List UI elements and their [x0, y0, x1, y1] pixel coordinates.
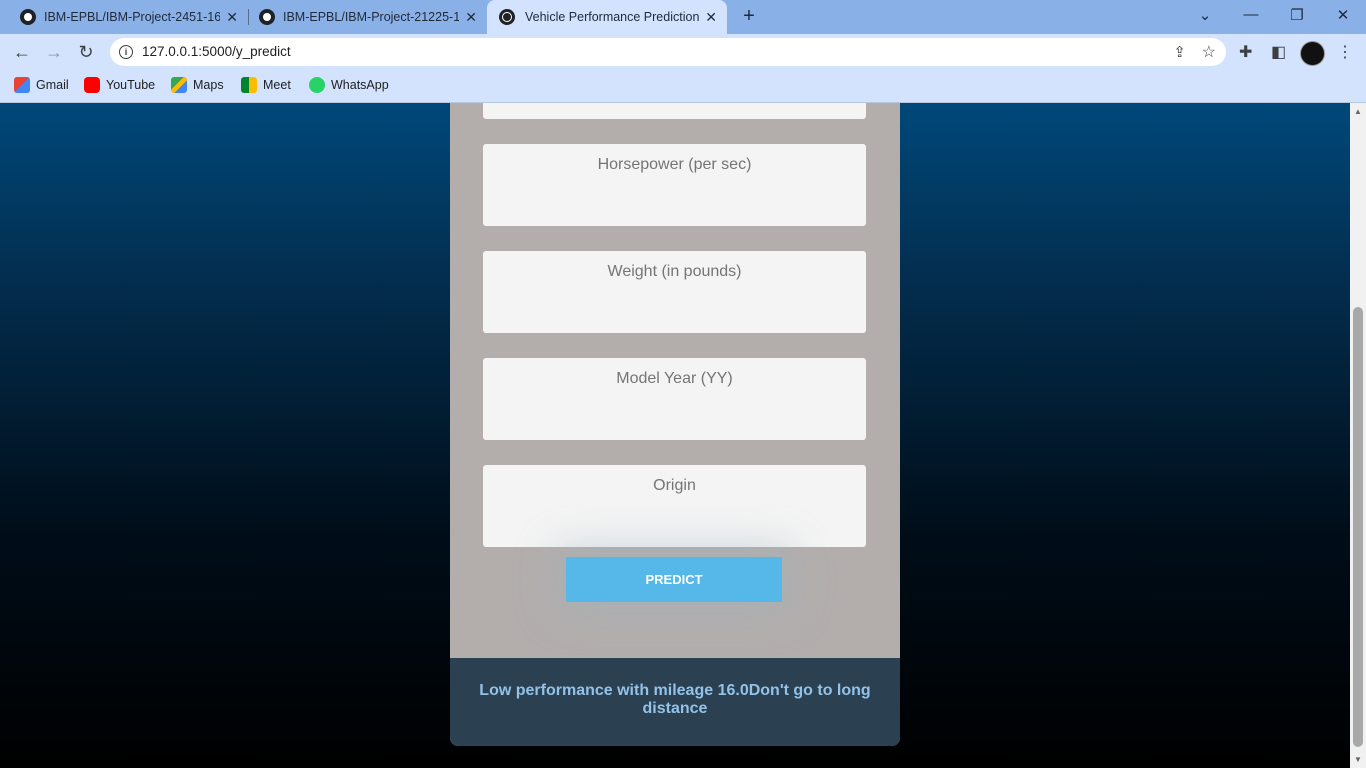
origin-input[interactable]: Origin: [483, 465, 866, 547]
page-scrollbar[interactable]: ▲ ▼: [1350, 103, 1366, 768]
side-panel-icon[interactable]: ◧: [1271, 42, 1286, 62]
new-tab-button[interactable]: +: [738, 5, 760, 27]
tab-github-1[interactable]: IBM-EPBL/IBM-Project-2451-165 ✕: [8, 0, 248, 34]
bookmark-whatsapp[interactable]: WhatsApp: [309, 77, 389, 93]
bookmarks-bar: Gmail YouTube Maps Meet WhatsApp: [0, 70, 1366, 103]
tab-strip: IBM-EPBL/IBM-Project-2451-165 ✕ IBM-EPBL…: [0, 0, 1366, 34]
tab-title: IBM-EPBL/IBM-Project-21225-16: [283, 10, 459, 24]
close-window-button[interactable]: ✕: [1333, 6, 1353, 24]
tab-title: IBM-EPBL/IBM-Project-2451-165: [44, 10, 220, 24]
menu-icon[interactable]: ⋮: [1337, 42, 1353, 62]
bookmark-label: WhatsApp: [331, 78, 389, 92]
bookmark-star-icon[interactable]: ☆: [1202, 42, 1216, 62]
back-button[interactable]: ←: [11, 41, 33, 63]
bookmark-gmail[interactable]: Gmail: [14, 77, 69, 93]
result-text: Low performance with mileage 16.0Don't g…: [479, 682, 871, 717]
scroll-down-icon[interactable]: ▼: [1354, 755, 1362, 764]
scrollbar-thumb[interactable]: [1353, 307, 1363, 747]
youtube-icon: [84, 77, 100, 93]
reload-button[interactable]: ↻: [75, 41, 97, 63]
input-field-partial[interactable]: [483, 103, 866, 119]
horsepower-input[interactable]: Horsepower (per sec): [483, 144, 866, 226]
site-info-icon[interactable]: i: [119, 45, 133, 59]
field-placeholder: Horsepower (per sec): [597, 156, 752, 173]
bookmark-label: Meet: [263, 78, 291, 92]
field-placeholder: Weight (in pounds): [607, 263, 742, 280]
share-icon[interactable]: ⇪: [1173, 43, 1186, 61]
github-icon: [259, 9, 275, 25]
bookmark-label: YouTube: [106, 78, 156, 92]
profile-avatar[interactable]: [1300, 41, 1325, 66]
address-bar[interactable]: i 127.0.0.1:5000/y_predict ⇪ ☆: [110, 38, 1226, 66]
field-placeholder: Model Year (YY): [616, 370, 733, 387]
prediction-form-card: Horsepower (per sec) Weight (in pounds) …: [450, 103, 900, 746]
bookmark-youtube[interactable]: YouTube: [84, 77, 155, 93]
bookmark-label: Maps: [193, 78, 224, 92]
restore-button[interactable]: ❐: [1287, 6, 1307, 24]
url-text: 127.0.0.1:5000/y_predict: [142, 44, 291, 59]
weight-input[interactable]: Weight (in pounds): [483, 251, 866, 333]
bookmark-label: Gmail: [36, 78, 69, 92]
model-year-input[interactable]: Model Year (YY): [483, 358, 866, 440]
field-placeholder: Origin: [653, 477, 696, 494]
scroll-up-icon[interactable]: ▲: [1354, 107, 1362, 116]
tab-search-icon[interactable]: ⌄: [1195, 6, 1215, 24]
whatsapp-icon: [309, 77, 325, 93]
page-viewport: Horsepower (per sec) Weight (in pounds) …: [0, 103, 1350, 768]
close-icon[interactable]: ✕: [226, 9, 238, 26]
minimize-button[interactable]: —: [1241, 6, 1261, 23]
tab-vehicle-performance[interactable]: Vehicle Performance Prediction ✕: [487, 0, 727, 34]
extensions-icon[interactable]: ✚: [1239, 42, 1252, 62]
globe-icon: [499, 9, 515, 25]
bookmark-meet[interactable]: Meet: [241, 77, 291, 93]
tab-github-2[interactable]: IBM-EPBL/IBM-Project-21225-16 ✕: [249, 0, 487, 34]
browser-toolbar: ← → ↻ i 127.0.0.1:5000/y_predict ⇪ ☆ ✚ ◧…: [0, 34, 1366, 70]
close-icon[interactable]: ✕: [465, 9, 477, 26]
forward-button[interactable]: →: [43, 41, 65, 63]
predict-button[interactable]: PREDICT: [566, 557, 782, 602]
close-icon[interactable]: ✕: [705, 9, 717, 26]
maps-icon: [171, 77, 187, 93]
github-icon: [20, 9, 36, 25]
tab-title: Vehicle Performance Prediction: [525, 10, 700, 24]
bookmark-maps[interactable]: Maps: [171, 77, 224, 93]
meet-icon: [241, 77, 257, 93]
prediction-result: Low performance with mileage 16.0Don't g…: [450, 658, 900, 746]
gmail-icon: [14, 77, 30, 93]
